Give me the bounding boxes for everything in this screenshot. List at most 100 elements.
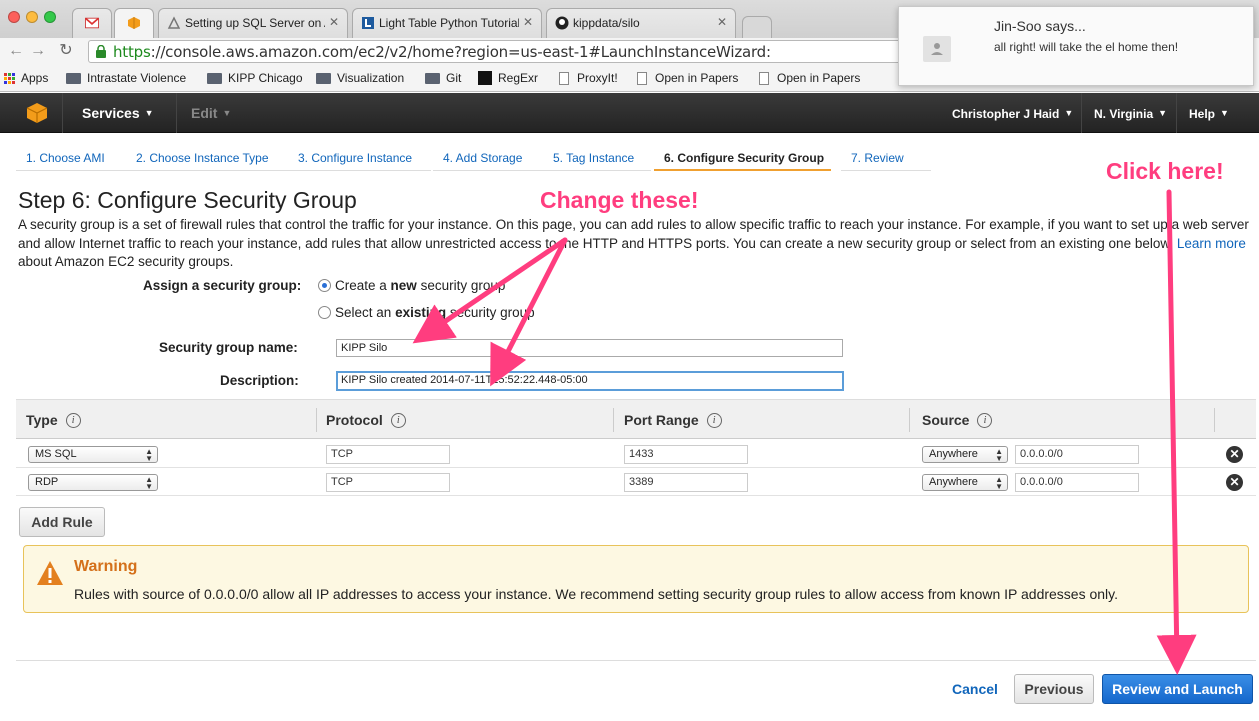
radio-create-new[interactable]: Create a new security group xyxy=(318,278,505,293)
chevron-down-icon: ▼ xyxy=(144,108,154,118)
browser-tab-title: Setting up SQL Server on A xyxy=(185,16,325,30)
wizard-step-add-storage[interactable]: 4. Add Storage xyxy=(433,143,544,171)
type-select[interactable]: RDP ▲ ▼ xyxy=(28,474,158,491)
add-rule-button[interactable]: Add Rule xyxy=(19,507,105,537)
header-port-range-label: Port Range xyxy=(624,412,699,428)
services-menu[interactable]: Services ▼ xyxy=(82,105,154,121)
browser-tab-light-table[interactable]: Light Table Python Tutorial ✕ xyxy=(352,8,542,38)
header-protocol: Protocol i xyxy=(326,412,406,428)
close-tab-icon[interactable]: ✕ xyxy=(523,15,533,29)
bookmark-regexr[interactable]: RegExr xyxy=(478,71,538,85)
column-divider xyxy=(1214,408,1215,432)
type-select[interactable]: MS SQL ▲ ▼ xyxy=(28,446,158,463)
bookmark-label: RegExr xyxy=(498,71,539,85)
radio-unselected-icon[interactable] xyxy=(318,306,331,319)
bookmark-git[interactable]: Git xyxy=(425,71,461,85)
browser-tab-sql-server[interactable]: Setting up SQL Server on A ✕ xyxy=(158,8,348,38)
review-and-launch-button[interactable]: Review and Launch xyxy=(1102,674,1253,704)
select-arrows-icon: ▲ ▼ xyxy=(995,475,1003,491)
page-intro: A security group is a set of firewall ru… xyxy=(18,216,1254,272)
chevron-down-icon: ▼ xyxy=(1064,108,1074,118)
info-icon[interactable]: i xyxy=(65,412,81,428)
edit-label: Edit xyxy=(191,105,218,121)
security-group-name-input[interactable]: KIPP Silo xyxy=(336,339,843,357)
bookmark-label: Intrastate Violence xyxy=(87,71,187,85)
browser-tab-aws[interactable] xyxy=(114,8,154,39)
intro-tail-text: about Amazon EC2 security groups. xyxy=(18,254,234,269)
source-select[interactable]: Anywhere ▲ ▼ xyxy=(922,474,1008,491)
reload-icon[interactable]: ↻ xyxy=(56,41,76,61)
bookmark-proxyit[interactable]: ProxyIt! xyxy=(559,71,618,85)
wizard-step-choose-instance-type[interactable]: 2. Choose Instance Type xyxy=(126,143,288,171)
back-arrow-icon[interactable]: ← xyxy=(6,41,26,61)
help-menu[interactable]: Help ▼ xyxy=(1189,107,1229,121)
region-menu[interactable]: N. Virginia ▼ xyxy=(1094,107,1167,121)
folder-icon xyxy=(66,72,81,84)
option-existing-post: security group xyxy=(449,305,535,320)
cancel-button[interactable]: Cancel xyxy=(952,681,998,697)
option-new-bold: new xyxy=(390,278,417,293)
bookmark-visualization[interactable]: Visualization xyxy=(316,71,404,85)
info-icon[interactable]: i xyxy=(706,412,722,428)
chat-notification[interactable]: Jin-Soo says... all right! will take the… xyxy=(898,6,1254,86)
avatar-icon xyxy=(923,36,951,62)
port-range-input[interactable]: 1433 xyxy=(624,445,748,464)
wizard-step-tag-instance[interactable]: 5. Tag Instance xyxy=(543,143,651,171)
source-select[interactable]: Anywhere ▲ ▼ xyxy=(922,446,1008,463)
remove-rule-icon[interactable]: ✕ xyxy=(1226,446,1243,463)
new-tab-button[interactable] xyxy=(742,16,772,38)
browser-tab-github[interactable]: kippdata/silo ✕ xyxy=(546,8,736,38)
zoom-window-button[interactable] xyxy=(44,11,56,23)
bookmark-label: KIPP Chicago xyxy=(228,71,303,85)
intro-text: A security group is a set of firewall ru… xyxy=(18,217,1249,251)
radio-select-existing[interactable]: Select an existing security group xyxy=(318,305,535,320)
option-existing-pre: Select an xyxy=(335,305,392,320)
user-menu[interactable]: Christopher J Haid ▼ xyxy=(952,107,1073,121)
learn-more-link[interactable]: Learn more xyxy=(1177,236,1246,251)
info-icon[interactable]: i xyxy=(390,412,406,428)
cidr-input[interactable]: 0.0.0.0/0 xyxy=(1015,473,1139,492)
regexr-icon xyxy=(478,71,492,85)
wizard-step-review[interactable]: 7. Review xyxy=(841,143,931,171)
wizard-step-choose-ami[interactable]: 1. Choose AMI xyxy=(16,143,128,171)
screenshot-root: Setting up SQL Server on A ✕ Light Table… xyxy=(0,0,1259,721)
previous-button[interactable]: Previous xyxy=(1014,674,1094,704)
close-window-button[interactable] xyxy=(8,11,20,23)
remove-rule-icon[interactable]: ✕ xyxy=(1226,474,1243,491)
address-bar[interactable]: https://console.aws.amazon.com/ec2/v2/ho… xyxy=(88,40,908,63)
chevron-down-icon: ▼ xyxy=(1220,108,1229,118)
bookmark-open-in-papers-2[interactable]: Open in Papers xyxy=(759,71,860,85)
page-title: Step 6: Configure Security Group xyxy=(18,187,357,213)
user-label: Christopher J Haid xyxy=(952,107,1060,121)
bookmark-apps[interactable]: Apps xyxy=(4,71,48,85)
radio-selected-icon[interactable] xyxy=(318,279,331,292)
warning-text: Rules with source of 0.0.0.0/0 allow all… xyxy=(74,586,1119,602)
wizard-steps: 1. Choose AMI 2. Choose Instance Type 3.… xyxy=(16,143,1256,173)
aws-nav-bar: Services ▼ Edit ▼ Christopher J Haid ▼ N. V… xyxy=(0,93,1259,133)
edit-menu[interactable]: Edit ▼ xyxy=(191,105,231,121)
browser-tab-gmail[interactable] xyxy=(72,8,112,38)
wizard-step-configure-instance[interactable]: 3. Configure Instance xyxy=(288,143,431,171)
bookmark-open-in-papers[interactable]: Open in Papers xyxy=(637,71,738,85)
minimize-window-button[interactable] xyxy=(26,11,38,23)
wizard-step-configure-security-group[interactable]: 6. Configure Security Group xyxy=(654,143,831,171)
bookmark-kipp-chicago[interactable]: KIPP Chicago xyxy=(207,71,303,85)
header-type-label: Type xyxy=(26,412,58,428)
aws-cube-logo-icon[interactable] xyxy=(26,102,48,124)
description-input[interactable]: KIPP Silo created 2014-07-11T15:52:22.44… xyxy=(336,371,844,391)
bookmark-intrastate-violence[interactable]: Intrastate Violence xyxy=(66,71,186,85)
table-row: MS SQL ▲ ▼ TCP 1433 Anywhere ▲ ▼ 0.0.0.0/0 ✕ xyxy=(16,440,1256,468)
forward-arrow-icon[interactable]: → xyxy=(28,41,48,61)
page-icon xyxy=(637,71,647,85)
header-source-label: Source xyxy=(922,412,970,428)
region-label: N. Virginia xyxy=(1094,107,1154,121)
port-range-input[interactable]: 3389 xyxy=(624,473,748,492)
select-arrows-icon: ▲ ▼ xyxy=(145,447,153,463)
close-tab-icon[interactable]: ✕ xyxy=(717,15,727,29)
cidr-input[interactable]: 0.0.0.0/0 xyxy=(1015,445,1139,464)
close-tab-icon[interactable]: ✕ xyxy=(329,15,339,29)
header-source: Source i xyxy=(922,412,993,428)
info-icon[interactable]: i xyxy=(977,412,993,428)
warning-triangle-icon xyxy=(36,560,64,586)
folder-icon xyxy=(316,72,331,84)
